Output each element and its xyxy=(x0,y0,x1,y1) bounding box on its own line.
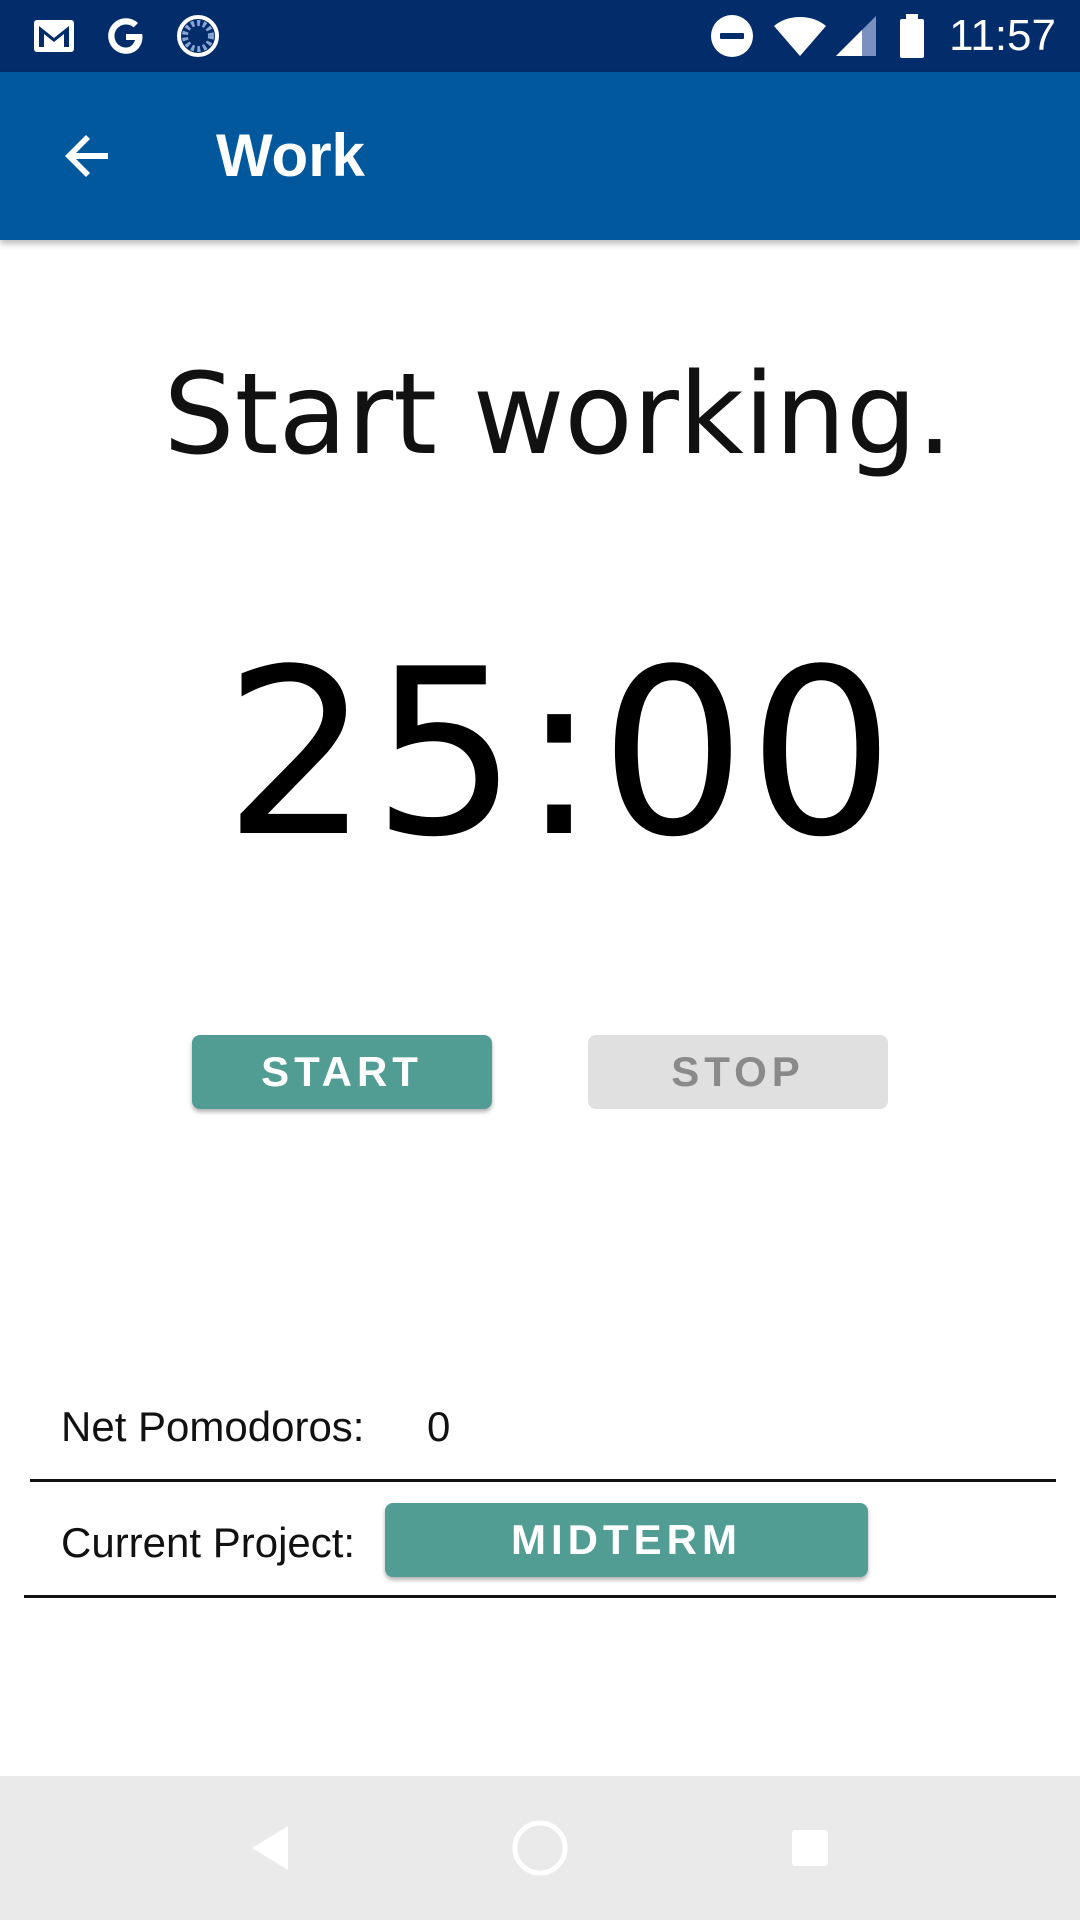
cell-signal-icon xyxy=(836,16,876,56)
start-button[interactable]: START xyxy=(192,1035,492,1109)
arrow-back-icon[interactable] xyxy=(44,112,132,200)
timer-display: 25:00 xyxy=(223,621,897,888)
current-project-label: Current Project: xyxy=(61,1519,356,1566)
net-pomodoros-value: 0 xyxy=(427,1403,451,1450)
status-time: 11:57 xyxy=(949,11,1056,60)
stop-button[interactable]: STOP xyxy=(588,1035,888,1109)
wifi-icon xyxy=(774,17,826,56)
current-project-button[interactable]: MIDTERM xyxy=(385,1503,868,1577)
do-not-disturb-icon xyxy=(711,15,753,57)
divider xyxy=(30,1479,1056,1482)
screen: 11:57 Work Start working. 25:00 START ST… xyxy=(0,0,1080,1920)
sync-icon xyxy=(177,15,219,57)
divider xyxy=(24,1595,1056,1598)
status-bar: 11:57 xyxy=(0,0,1080,72)
google-icon xyxy=(108,18,143,54)
net-pomodoros-label: Net Pomodoros: xyxy=(61,1403,365,1450)
gmail-icon xyxy=(34,20,74,52)
nav-back-icon[interactable] xyxy=(240,1818,300,1878)
status-heading: Start working. xyxy=(163,350,953,480)
battery-icon xyxy=(900,14,924,58)
page-title: Work xyxy=(216,122,365,189)
app-bar: Work xyxy=(0,72,1080,240)
nav-recents-icon[interactable] xyxy=(780,1818,840,1878)
navigation-bar xyxy=(0,1776,1080,1920)
nav-home-icon[interactable] xyxy=(510,1818,570,1878)
